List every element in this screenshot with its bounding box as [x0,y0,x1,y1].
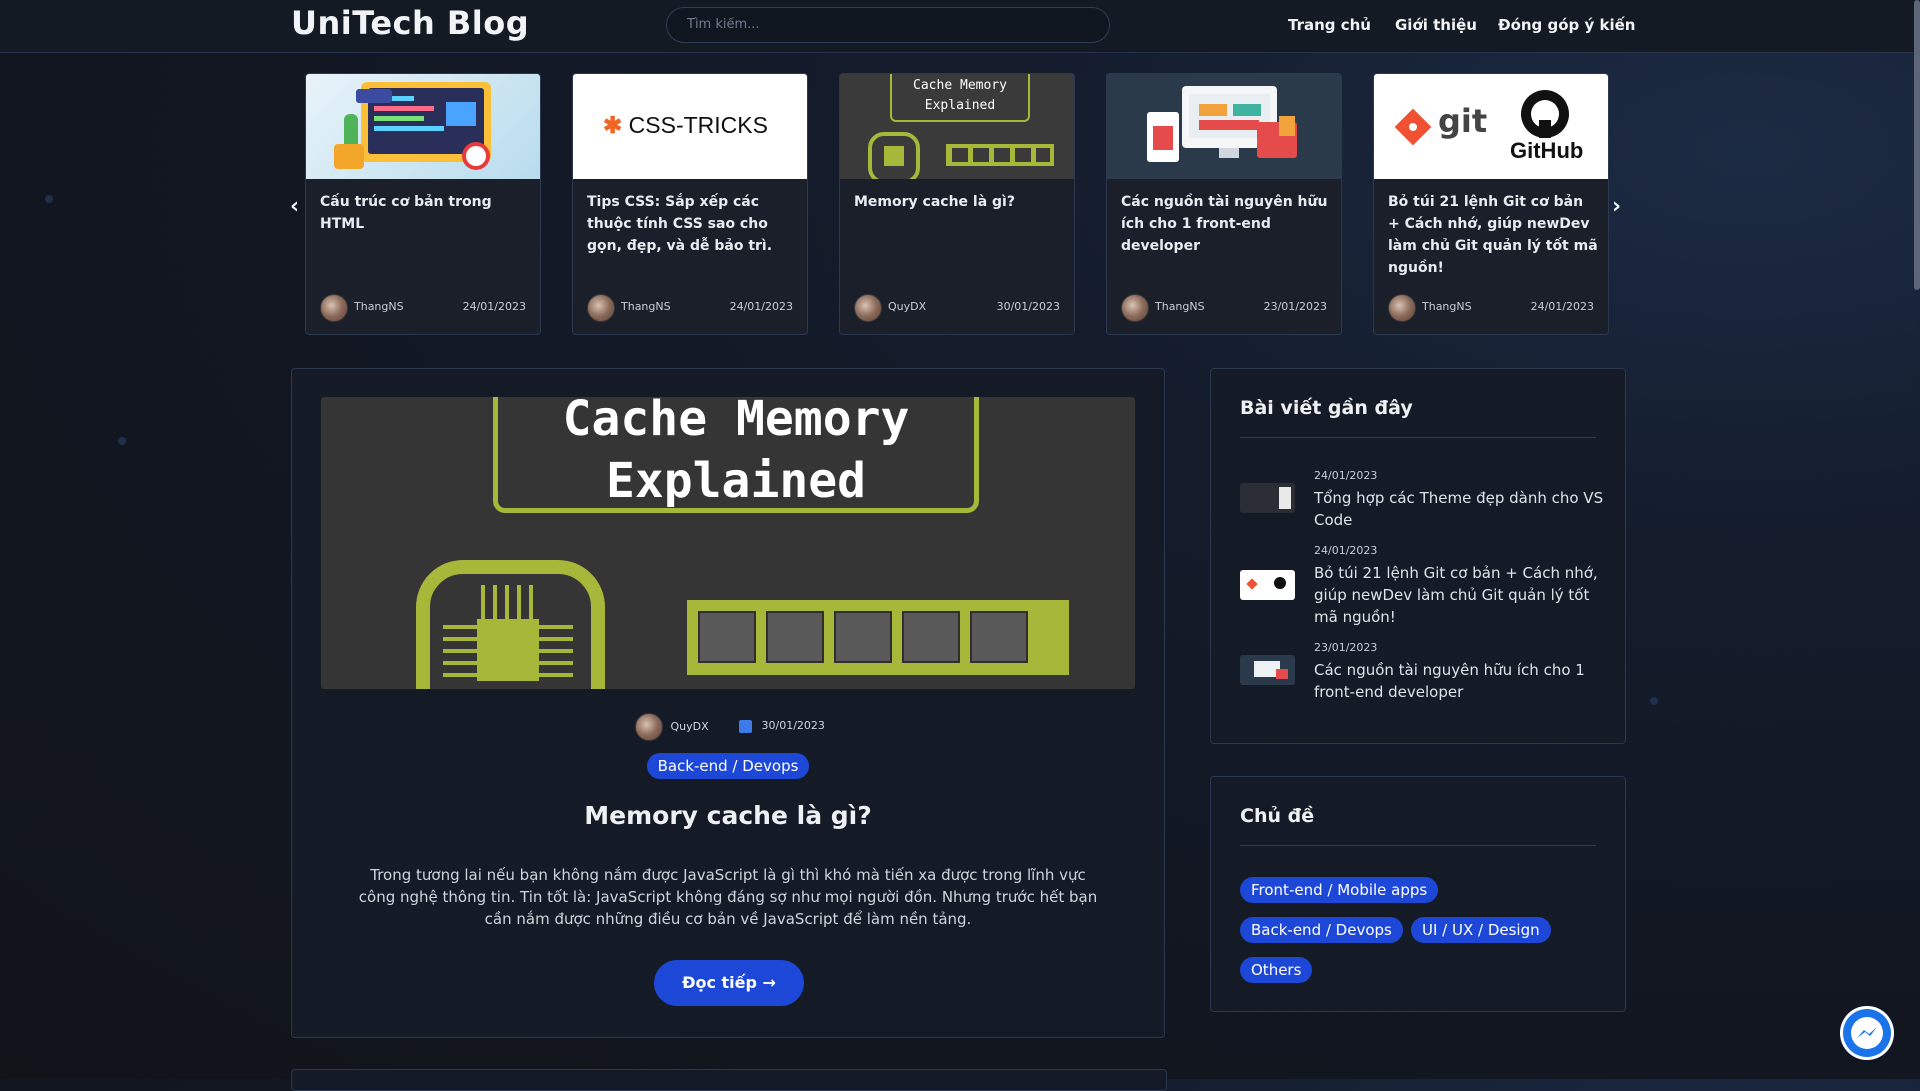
topic-front-end[interactable]: Front-end / Mobile apps [1240,877,1439,903]
next-post-edge [291,1069,1167,1091]
carousel-next-icon[interactable]: › [1612,194,1621,219]
cache-memory-thumb: Cache Memory Explained [840,74,1074,179]
topics-panel: Chủ đề Front-end / Mobile apps Back-end … [1210,776,1626,1012]
asterisk-icon: ✱ [603,112,623,138]
topics-title: Chủ đề [1240,805,1315,827]
git-github-thumb: git GitHub [1374,74,1608,179]
frontend-devices-thumb [1107,74,1341,179]
nav-feedback[interactable]: Đóng góp ý kiến [1498,16,1635,34]
recent-thumb [1240,655,1295,685]
topic-back-end[interactable]: Back-end / Devops [1240,917,1403,943]
git-mini-icon [1246,578,1258,590]
divider [1240,845,1596,846]
css-tricks-thumb: ✱ CSS-TRICKS [573,74,807,179]
post-hero-image[interactable]: Cache Memory Explained [321,397,1135,689]
vscode-thumb-detail [1279,487,1291,509]
git-text: git [1438,102,1488,140]
messenger-chat-button[interactable] [1840,1006,1894,1060]
divider [1240,437,1596,438]
recent-title[interactable]: Bỏ túi 21 lệnh Git cơ bản + Cách nhớ, gi… [1314,562,1604,628]
carousel-card[interactable]: Cache Memory Explained Memory cache là g… [839,73,1075,335]
topic-ui-ux[interactable]: UI / UX / Design [1411,917,1551,943]
messenger-icon [1851,1017,1883,1049]
github-text: GitHub [1510,138,1584,163]
post-date-meta: 30/01/2023 [739,719,825,733]
recent-date: 24/01/2023 [1314,469,1378,482]
devices-mini-accent [1276,669,1288,679]
card-date: 24/01/2023 [462,300,526,313]
card-author: ThangNS [1422,300,1472,313]
carousel-card[interactable]: git GitHub Bỏ túi 21 lệnh Git cơ bản + C… [1373,73,1609,335]
site-logo[interactable]: UniTech Blog [291,4,529,42]
topic-others[interactable]: Others [1240,957,1313,983]
post-author-meta: QuyDX [635,713,709,741]
card-author: ThangNS [621,300,671,313]
recent-date: 24/01/2023 [1314,544,1378,557]
recent-post-item[interactable]: 23/01/2023 Các nguồn tài nguyên hữu ích … [1240,641,1600,711]
css-tricks-text: CSS-TRICKS [628,112,768,138]
card-date: 24/01/2023 [729,300,793,313]
post-title[interactable]: Memory cache là gì? [292,801,1164,830]
background-dot [45,195,53,203]
html-illustration-thumb [306,74,540,179]
card-title[interactable]: Bỏ túi 21 lệnh Git cơ bản + Cách nhớ, gi… [1388,191,1598,279]
post-excerpt: Trong tương lai nếu bạn không nắm được J… [358,866,1098,928]
scrollbar-thumb[interactable] [1914,0,1920,290]
featured-post: Cache Memory Explained QuyDX 30/01/2023 … [291,368,1165,1038]
recent-posts-panel: Bài viết gần đây 24/01/2023 Tổng hợp các… [1210,368,1626,744]
card-footer: QuyDX 30/01/2023 [854,294,1060,322]
recent-thumb [1240,570,1295,600]
site-header: UniTech Blog Trang chủ Giới thiệu Đóng g… [0,0,1920,53]
recent-post-item[interactable]: 24/01/2023 Bỏ túi 21 lệnh Git cơ bản + C… [1240,544,1600,636]
recent-date: 23/01/2023 [1314,641,1378,654]
html-illustration-icon [334,82,491,170]
recent-thumb [1240,483,1295,513]
card-title[interactable]: Memory cache là gì? [854,191,1064,213]
card-footer: ThangNS 23/01/2023 [1121,294,1327,322]
github-mini-icon [1274,577,1286,589]
avatar [1388,294,1416,322]
carousel-prev-icon[interactable]: ‹ [290,194,299,219]
avatar [320,294,348,322]
css-tricks-logo: ✱ CSS-TRICKS [603,112,768,139]
card-footer: ThangNS 24/01/2023 [1388,294,1594,322]
carousel-card[interactable]: Các nguồn tài nguyên hữu ích cho 1 front… [1106,73,1342,335]
avatar [587,294,615,322]
card-author: ThangNS [1155,300,1205,313]
post-category-wrap: Back-end / Devops [292,753,1164,779]
recent-title[interactable]: Tổng hợp các Theme đẹp dành cho VS Code [1314,487,1604,531]
post-category-badge[interactable]: Back-end / Devops [646,753,810,779]
background-dot [118,437,126,445]
search-box[interactable] [666,7,1110,43]
background-dot [1650,697,1658,705]
post-author: QuyDX [670,720,709,733]
recent-title[interactable]: Các nguồn tài nguyên hữu ích cho 1 front… [1314,659,1604,703]
calendar-icon [739,719,752,733]
card-title[interactable]: Tips CSS: Sắp xếp các thuộc tính CSS sao… [587,191,797,257]
card-author: QuyDX [888,300,927,313]
card-footer: ThangNS 24/01/2023 [320,294,526,322]
card-title[interactable]: Các nguồn tài nguyên hữu ích cho 1 front… [1121,191,1331,257]
avatar [1121,294,1149,322]
card-date: 24/01/2023 [1530,300,1594,313]
avatar [854,294,882,322]
carousel-card[interactable]: ✱ CSS-TRICKS Tips CSS: Sắp xếp các thuộc… [572,73,808,335]
nav-home[interactable]: Trang chủ [1288,16,1371,34]
memory-chip-icon [868,132,1054,179]
card-author: ThangNS [354,300,404,313]
card-date: 23/01/2023 [1263,300,1327,313]
post-date: 30/01/2023 [761,719,825,732]
recent-posts-title: Bài viết gần đây [1240,397,1413,419]
read-more-button[interactable]: Đọc tiếp → [654,960,804,1006]
recent-post-item[interactable]: 24/01/2023 Tổng hợp các Theme đẹp dành c… [1240,469,1603,539]
avatar [635,713,663,741]
card-date: 30/01/2023 [996,300,1060,313]
card-title[interactable]: Cấu trúc cơ bản trong HTML [320,191,530,235]
search-input[interactable] [685,16,1095,33]
cache-chip-icon [416,560,1069,689]
devices-icon [1147,86,1297,162]
carousel-card[interactable]: Cấu trúc cơ bản trong HTML ThangNS 24/01… [305,73,541,335]
card-footer: ThangNS 24/01/2023 [587,294,793,322]
nav-about[interactable]: Giới thiệu [1395,16,1477,34]
